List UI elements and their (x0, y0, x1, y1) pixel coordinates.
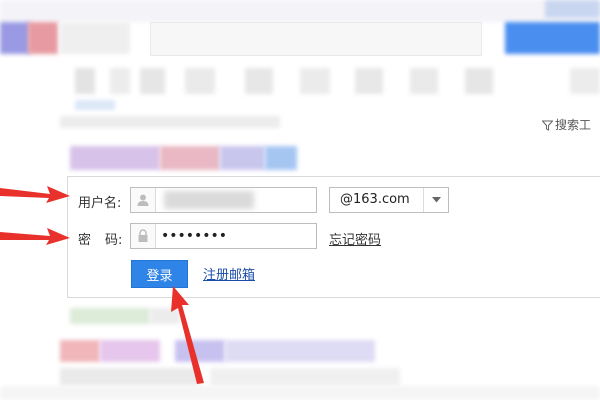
arrow-to-username (0, 186, 70, 203)
password-value: •••••••• (161, 228, 228, 244)
username-label: 用户名: (78, 196, 122, 211)
blurred-header (0, 0, 600, 60)
domain-select[interactable]: @163.com (329, 187, 449, 213)
login-button[interactable]: 登录 (131, 260, 188, 288)
domain-value: @163.com (340, 192, 410, 207)
forgot-password-link[interactable]: 忘记密码 (329, 229, 381, 248)
lock-icon (131, 224, 156, 248)
filter-icon (541, 120, 554, 134)
search-tools-label: 搜索工 (555, 118, 592, 132)
search-input[interactable] (150, 22, 482, 56)
arrow-to-password (0, 228, 70, 245)
user-icon (131, 188, 156, 212)
search-tools[interactable]: 搜索工 (541, 116, 592, 134)
password-label: 密码: (78, 233, 123, 248)
username-input[interactable] (130, 187, 317, 213)
search-button[interactable] (505, 22, 600, 54)
register-link[interactable]: 注册邮箱 (203, 264, 255, 283)
username-value-blurred (164, 191, 254, 209)
chevron-down-icon[interactable] (423, 188, 448, 212)
password-input[interactable]: •••••••• (130, 223, 317, 249)
